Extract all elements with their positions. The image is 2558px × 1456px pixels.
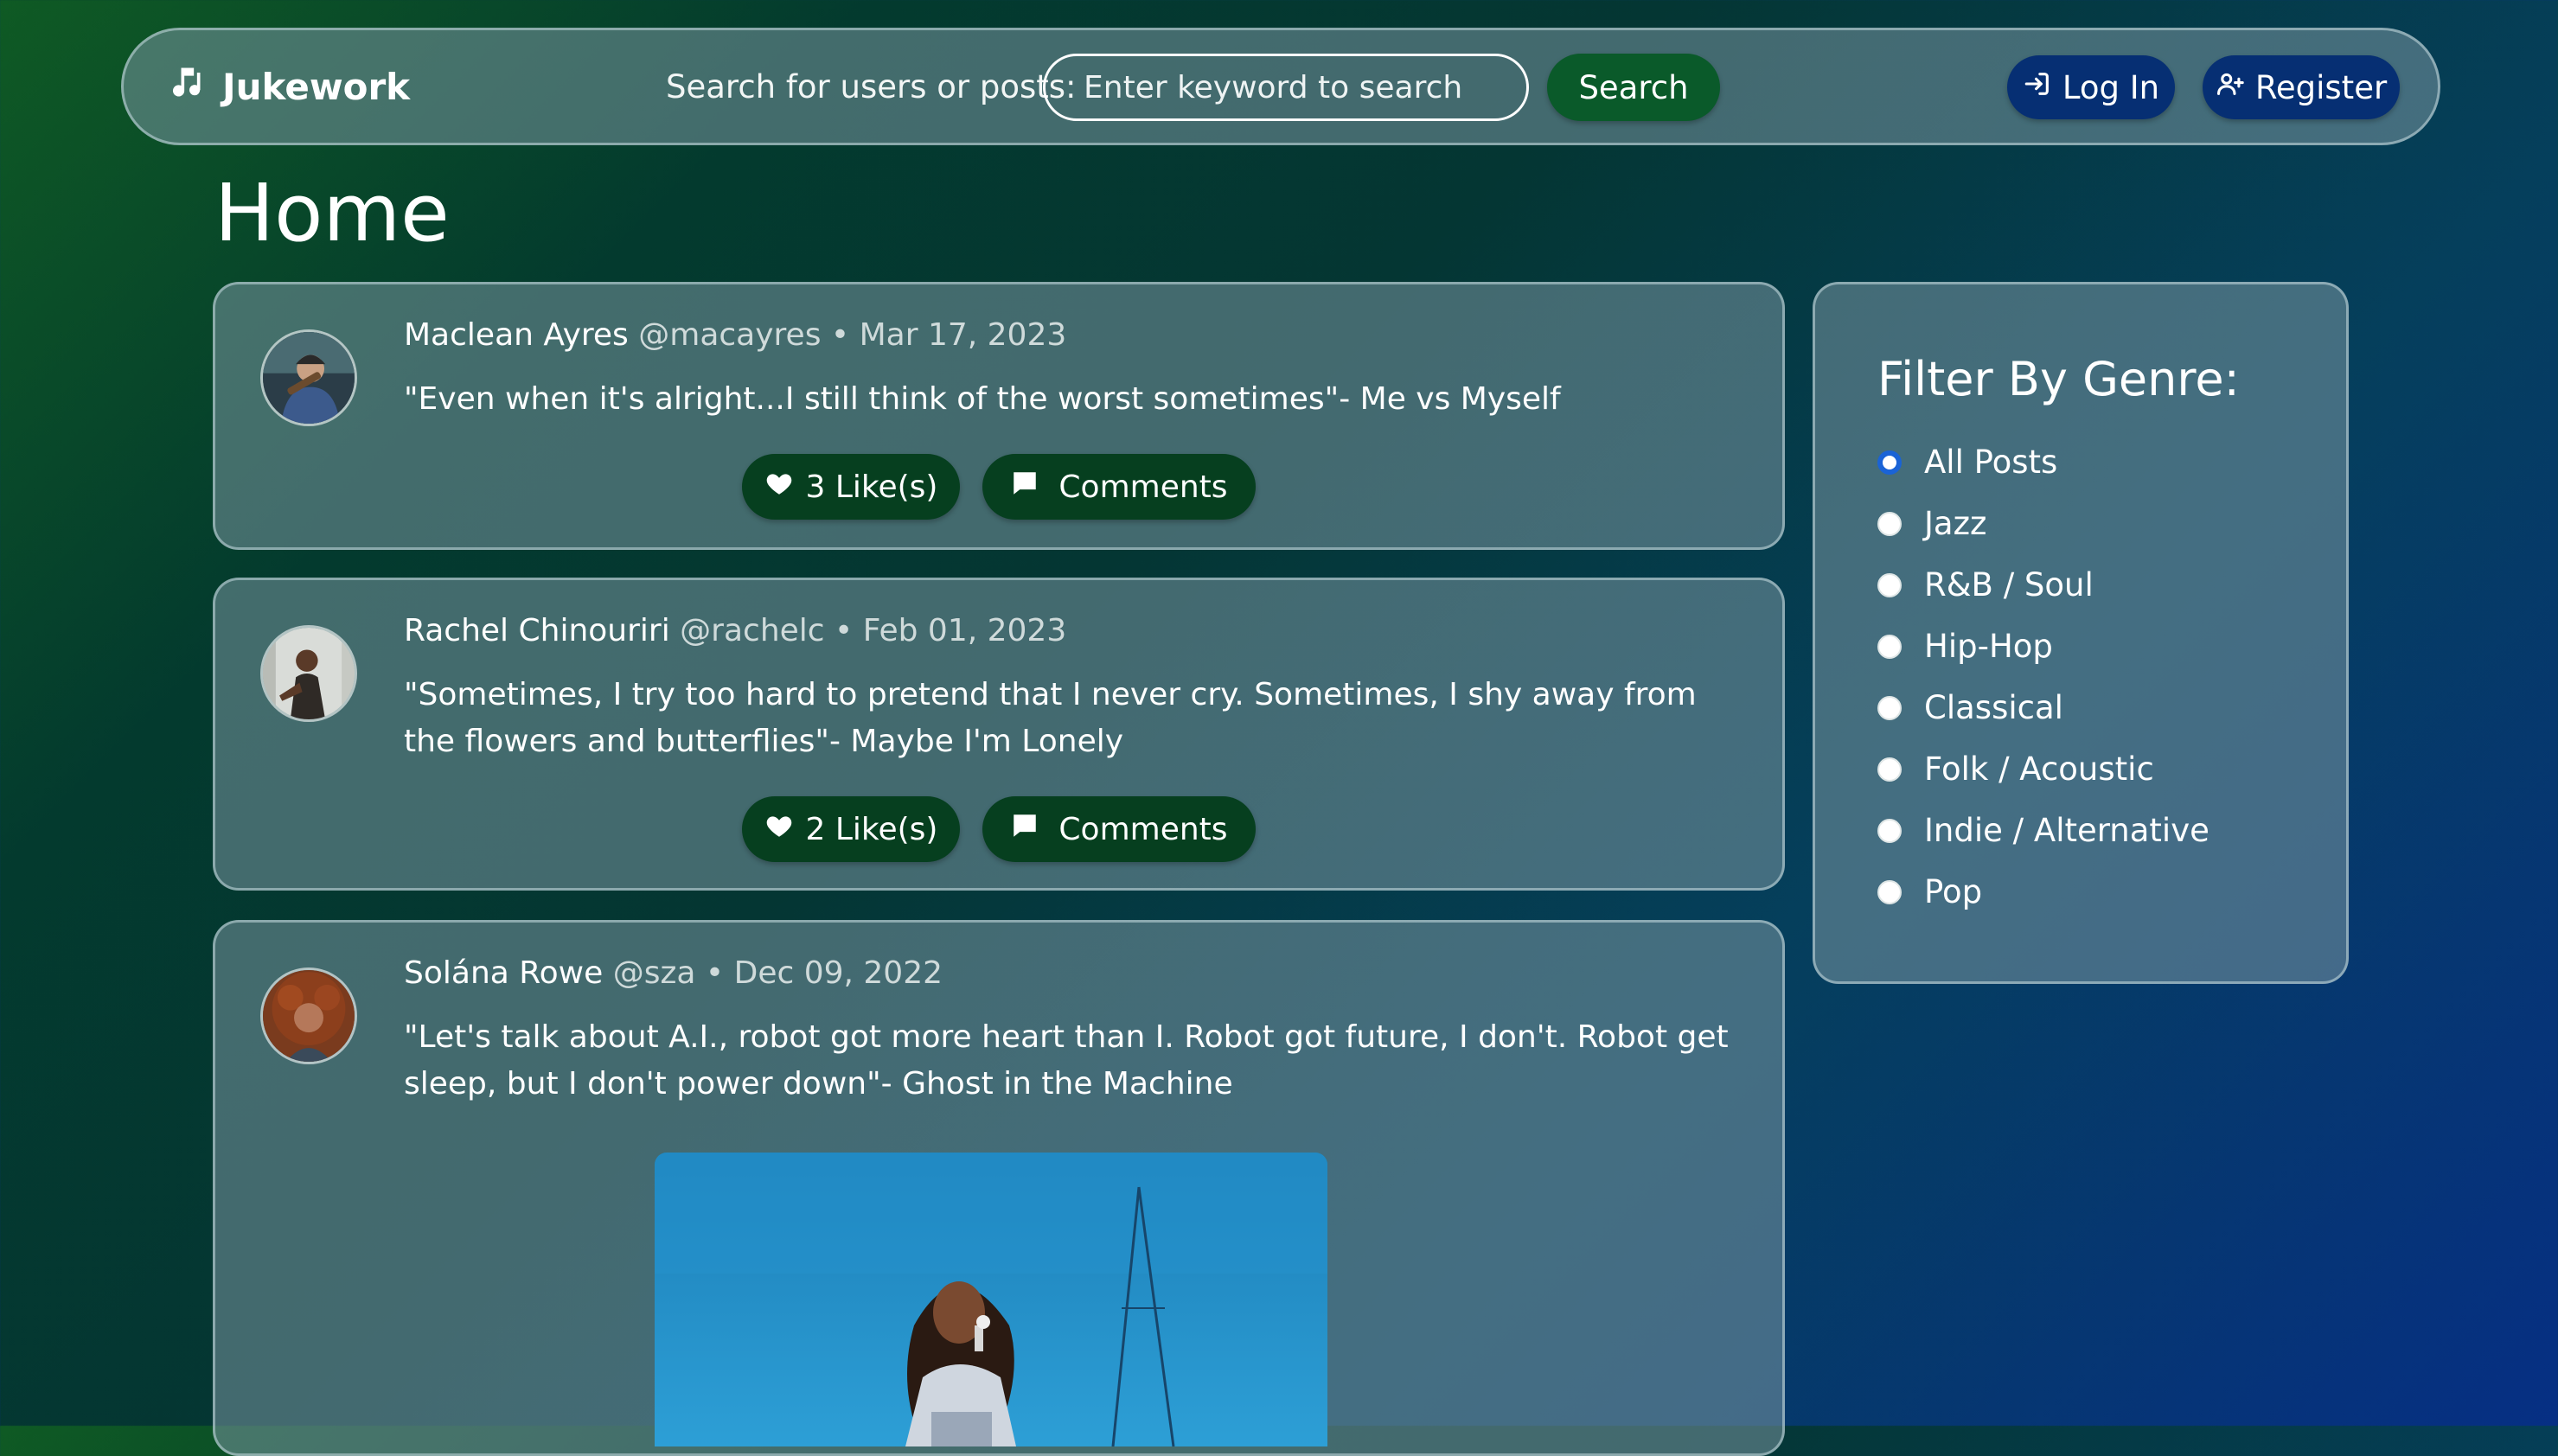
post-date: Feb 01, 2023 <box>862 613 1067 648</box>
post-image[interactable] <box>655 1153 1327 1446</box>
genre-label: Indie / Alternative <box>1924 812 2209 849</box>
comments-button[interactable]: Comments <box>982 454 1256 520</box>
login-label: Log In <box>2062 68 2160 106</box>
genre-option-pop[interactable]: Pop <box>1877 861 2209 923</box>
comments-label: Comments <box>1058 469 1228 505</box>
genre-label: R&B / Soul <box>1924 566 2094 603</box>
genre-list: All Posts Jazz R&B / Soul Hip-Hop Classi… <box>1877 431 2209 923</box>
genre-label: Folk / Acoustic <box>1924 750 2154 788</box>
genre-option-folk-acoustic[interactable]: Folk / Acoustic <box>1877 738 2209 800</box>
genre-option-rnb-soul[interactable]: R&B / Soul <box>1877 554 2209 616</box>
avatar[interactable] <box>260 625 357 722</box>
genre-label: Classical <box>1924 689 2063 726</box>
comment-bubble-icon <box>1010 811 1039 848</box>
post-date: Mar 17, 2023 <box>859 317 1067 353</box>
radio-button[interactable] <box>1877 450 1902 475</box>
search-input[interactable] <box>1043 54 1529 121</box>
avatar[interactable] <box>260 329 357 426</box>
genre-option-hip-hop[interactable]: Hip-Hop <box>1877 616 2209 677</box>
post-date: Dec 09, 2022 <box>733 955 943 991</box>
search-button[interactable]: Search <box>1547 54 1720 121</box>
genre-label: Jazz <box>1924 505 1987 542</box>
post-text: "Let's talk about A.I., robot got more h… <box>404 1019 1729 1102</box>
login-arrow-icon <box>2023 69 2052 106</box>
like-count: 3 Like(s) <box>805 469 938 505</box>
post-card: Maclean Ayres @macayres • Mar 17, 2023 "… <box>213 282 1785 550</box>
heart-icon <box>764 811 794 848</box>
post-meta: Solána Rowe @sza • Dec 09, 2022 <box>404 955 943 991</box>
genre-filter-panel: Filter By Genre: All Posts Jazz R&B / So… <box>1813 282 2349 984</box>
person-add-icon <box>2216 69 2245 106</box>
post-meta: Maclean Ayres @macayres • Mar 17, 2023 <box>404 317 1066 353</box>
genre-label: All Posts <box>1924 444 2058 481</box>
register-button[interactable]: Register <box>2203 55 2400 119</box>
genre-option-classical[interactable]: Classical <box>1877 677 2209 738</box>
radio-button[interactable] <box>1877 634 1902 659</box>
radio-button[interactable] <box>1877 695 1902 720</box>
comments-label: Comments <box>1058 811 1228 847</box>
like-button[interactable]: 3 Like(s) <box>742 454 960 520</box>
post-card: Rachel Chinouriri @rachelc • Feb 01, 202… <box>213 578 1785 891</box>
genre-option-all-posts[interactable]: All Posts <box>1877 431 2209 493</box>
post-meta: Rachel Chinouriri @rachelc • Feb 01, 202… <box>404 613 1066 648</box>
like-button[interactable]: 2 Like(s) <box>742 796 960 862</box>
author-handle[interactable]: @macayres <box>638 317 821 353</box>
radio-button[interactable] <box>1877 511 1902 536</box>
meta-separator: • <box>830 317 850 353</box>
genre-option-jazz[interactable]: Jazz <box>1877 493 2209 554</box>
music-note-icon <box>167 63 205 110</box>
radio-button[interactable] <box>1877 818 1902 843</box>
brand-link[interactable]: Jukework <box>167 30 410 143</box>
navbar: Jukework Search for users or posts: Sear… <box>121 28 2440 145</box>
author-name[interactable]: Maclean Ayres <box>404 317 629 353</box>
post-actions: 3 Like(s) Comments <box>215 454 1782 520</box>
like-count: 2 Like(s) <box>805 811 938 847</box>
meta-separator: • <box>705 955 725 991</box>
avatar[interactable] <box>260 967 357 1064</box>
page-title: Home <box>214 167 450 259</box>
post-text: "Even when it's alright...I still think … <box>404 381 1561 417</box>
register-label: Register <box>2254 68 2388 106</box>
radio-button[interactable] <box>1877 757 1902 782</box>
post-text: "Sometimes, I try too hard to pretend th… <box>404 677 1697 759</box>
genre-label: Pop <box>1924 873 1983 910</box>
post-card: Solána Rowe @sza • Dec 09, 2022 "Let's t… <box>213 920 1785 1456</box>
author-name[interactable]: Rachel Chinouriri <box>404 613 670 648</box>
comment-bubble-icon <box>1010 469 1039 506</box>
comments-button[interactable]: Comments <box>982 796 1256 862</box>
filter-title: Filter By Genre: <box>1877 352 2240 406</box>
genre-label: Hip-Hop <box>1924 628 2053 665</box>
meta-separator: • <box>835 613 854 648</box>
login-button[interactable]: Log In <box>2007 55 2175 119</box>
author-handle[interactable]: @sza <box>613 955 696 991</box>
brand-name: Jukework <box>222 65 411 108</box>
radio-button[interactable] <box>1877 879 1902 904</box>
heart-icon <box>764 469 794 506</box>
genre-option-indie-alternative[interactable]: Indie / Alternative <box>1877 800 2209 861</box>
radio-button[interactable] <box>1877 572 1902 597</box>
author-handle[interactable]: @rachelc <box>680 613 824 648</box>
author-name[interactable]: Solána Rowe <box>404 955 603 991</box>
search-label: Search for users or posts: <box>666 67 1077 105</box>
post-actions: 2 Like(s) Comments <box>215 796 1782 862</box>
